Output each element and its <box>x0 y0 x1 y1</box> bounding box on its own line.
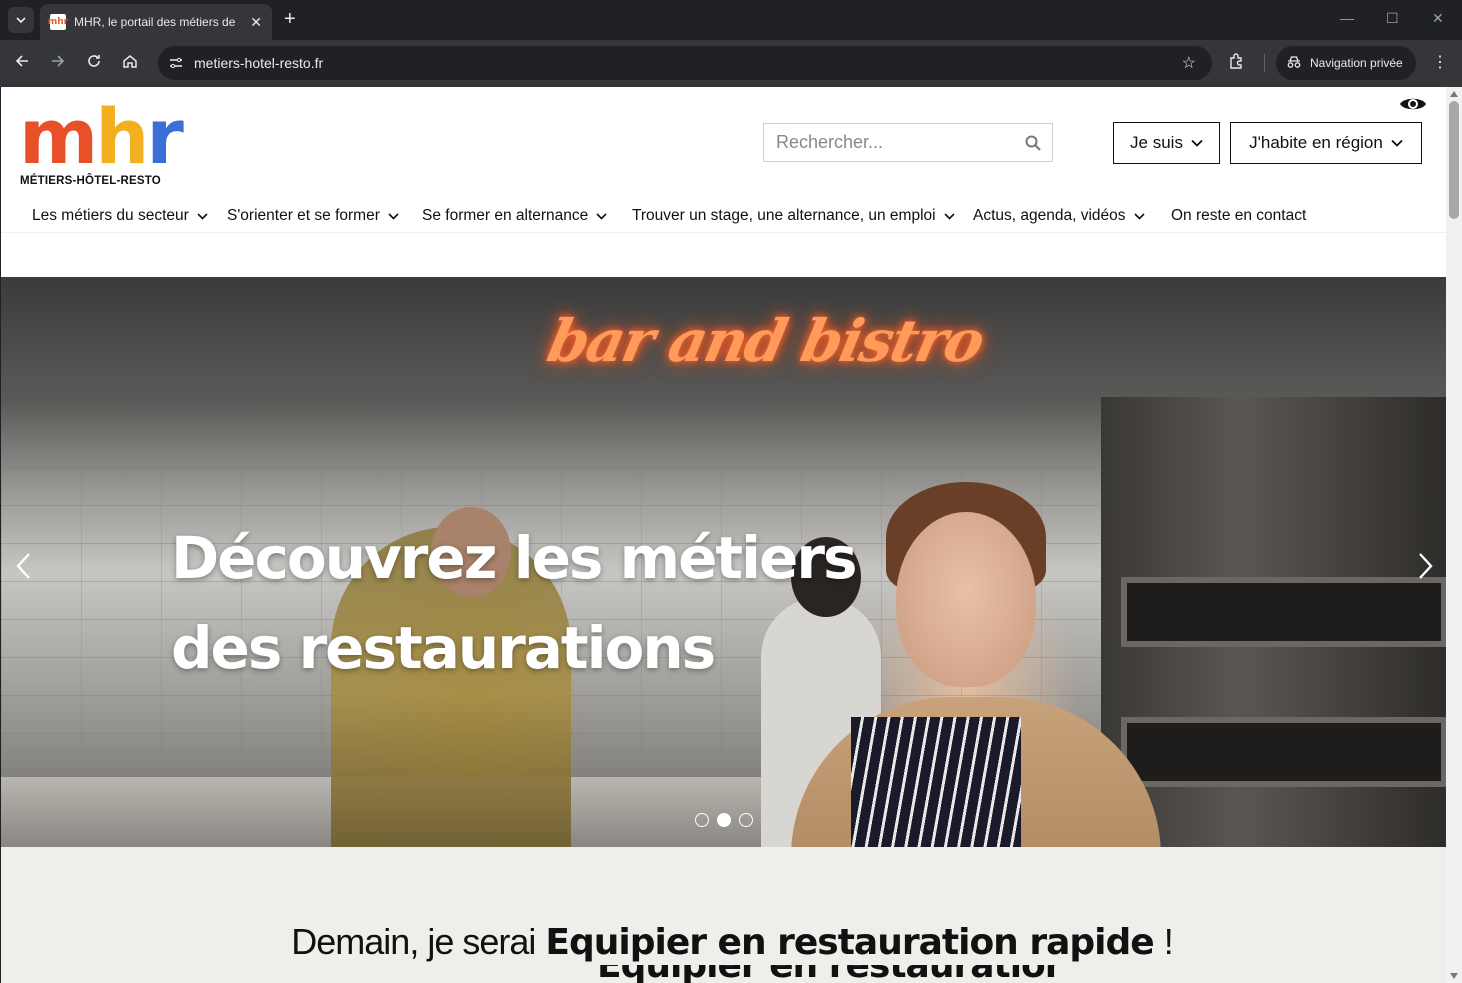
search-icon[interactable] <box>1024 134 1042 152</box>
neon-sign-text: bar and bistro <box>541 307 989 375</box>
carousel-dot-2[interactable] <box>717 813 731 827</box>
new-tab-icon[interactable]: + <box>284 8 296 30</box>
nav-item-metiers[interactable]: Les métiers du secteur <box>32 207 208 225</box>
carousel-prev-icon[interactable] <box>13 551 35 581</box>
job-tagline: Demain, je serai Equipier en restauratio… <box>1 921 1446 963</box>
chevron-down-icon <box>1391 139 1403 147</box>
hero-title-line2: des restaurations <box>171 614 716 682</box>
search-input[interactable] <box>764 124 1014 161</box>
favicon-icon: mhr <box>48 14 68 30</box>
nav-item-label: S'orienter et se former <box>227 207 380 224</box>
extensions-icon[interactable] <box>1228 52 1246 75</box>
forward-icon[interactable] <box>50 52 66 74</box>
hero-title-line1: Découvrez les métiers <box>171 524 857 592</box>
reload-icon[interactable] <box>86 52 102 74</box>
nav-item-label: Actus, agenda, vidéos <box>973 207 1126 224</box>
tab-title: MHR, le portail des métiers de l <box>74 15 239 29</box>
site-info-icon[interactable] <box>166 53 186 73</box>
toolbar-divider <box>1264 54 1265 72</box>
hero-title: Découvrez les métiers des restaurations <box>171 513 871 693</box>
carousel-pagination <box>695 813 753 827</box>
back-icon[interactable] <box>14 52 30 74</box>
tagline-suffix: ! <box>1163 921 1174 962</box>
carousel-dot-1[interactable] <box>695 813 709 827</box>
nav-item-label: Se former en alternance <box>422 207 589 224</box>
hero-oven-door <box>1121 577 1446 647</box>
tagline-job: Equipier en restauration rapide <box>545 922 1154 963</box>
region-label: J'habite en région <box>1249 133 1383 152</box>
scroll-up-icon[interactable] <box>1450 91 1458 97</box>
more-menu-icon[interactable]: ⋮ <box>1432 52 1448 72</box>
browser-tab-active[interactable]: mhr MHR, le portail des métiers de l ✕ <box>40 4 272 40</box>
nav-item-contact[interactable]: On reste en contact <box>1171 207 1306 225</box>
search-form <box>763 123 1053 162</box>
site-logo[interactable]: mhr MÉTIERS-HÔTEL-RESTO <box>19 97 184 189</box>
logo-wordmark: mhr <box>19 92 184 181</box>
hero-woman-face <box>896 512 1036 687</box>
window-close-icon[interactable]: ✕ <box>1432 10 1444 27</box>
nav-item-orienter[interactable]: S'orienter et se former <box>227 207 399 225</box>
minimize-icon[interactable]: — <box>1340 10 1354 26</box>
chevron-down-icon <box>1133 212 1145 220</box>
browser-tabstrip: mhr MHR, le portail des métiers de l ✕ +… <box>0 0 1462 40</box>
logo-subtitle: MÉTIERS-HÔTEL-RESTO <box>20 175 161 187</box>
carousel-next-icon[interactable] <box>1414 551 1436 581</box>
nav-item-actus[interactable]: Actus, agenda, vidéos <box>973 207 1145 225</box>
address-bar[interactable]: metiers-hotel-resto.fr ☆ <box>158 46 1212 80</box>
chevron-down-icon <box>944 212 955 220</box>
incognito-icon <box>1286 55 1302 72</box>
nav-item-label: Les métiers du secteur <box>32 207 189 224</box>
nav-item-trouver[interactable]: Trouver un stage, une alternance, un emp… <box>632 207 955 225</box>
tagline-next-job-peek: Equipier en restauration rapide <box>597 965 1057 983</box>
chevron-down-icon <box>1191 139 1203 147</box>
tab-close-icon[interactable]: ✕ <box>250 14 262 31</box>
page-scrollbar[interactable] <box>1446 87 1462 983</box>
hero-oven-door <box>1121 717 1446 787</box>
job-tagline-section: Demain, je serai Equipier en restauratio… <box>1 847 1446 983</box>
carousel-dot-3[interactable] <box>739 813 753 827</box>
incognito-indicator[interactable]: Navigation privée <box>1276 46 1416 80</box>
tab-search-button[interactable] <box>8 7 34 33</box>
maximize-icon[interactable]: ☐ <box>1386 10 1399 27</box>
hero-woman-apron <box>851 717 1021 847</box>
scrollbar-thumb[interactable] <box>1449 101 1459 219</box>
tagline-prefix: Demain, je serai <box>291 921 536 962</box>
scroll-down-icon[interactable] <box>1450 973 1458 979</box>
accessibility-eye-icon[interactable] <box>1399 95 1427 113</box>
web-page: mhr MÉTIERS-HÔTEL-RESTO Je suis J'habite… <box>0 87 1446 983</box>
chevron-down-icon <box>388 212 399 220</box>
browser-toolbar: metiers-hotel-resto.fr ☆ Navigation priv… <box>0 40 1462 87</box>
je-suis-label: Je suis <box>1130 133 1183 152</box>
url-text: metiers-hotel-resto.fr <box>194 55 324 71</box>
nav-item-label: Trouver un stage, une alternance, un emp… <box>632 207 936 224</box>
chevron-down-icon <box>16 17 26 23</box>
incognito-label: Navigation privée <box>1310 56 1403 70</box>
nav-item-alternance[interactable]: Se former en alternance <box>422 207 607 225</box>
main-navigation: Les métiers du secteur S'orienter et se … <box>1 201 1446 233</box>
chevron-down-icon <box>596 212 607 220</box>
chevron-down-icon <box>197 212 208 220</box>
nav-item-label: On reste en contact <box>1171 207 1307 224</box>
bookmark-star-icon[interactable]: ☆ <box>1182 53 1196 73</box>
hero-carousel: bar and bistro Découvrez les métiers des… <box>1 277 1446 847</box>
home-icon[interactable] <box>122 52 138 74</box>
je-suis-dropdown[interactable]: Je suis <box>1113 122 1220 164</box>
region-dropdown[interactable]: J'habite en région <box>1230 122 1422 164</box>
